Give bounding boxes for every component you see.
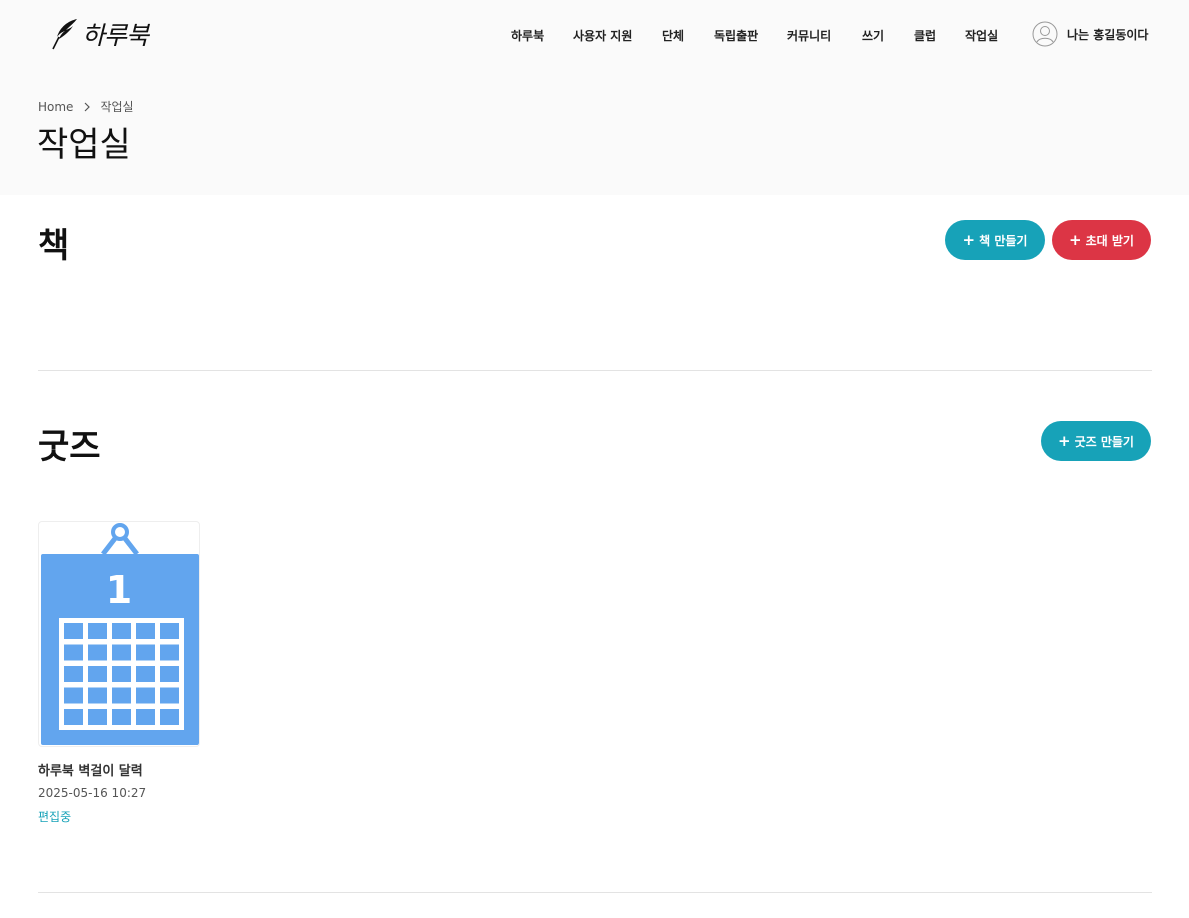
calendar-cell: [64, 709, 83, 725]
logo-text: 하루북: [82, 21, 149, 50]
user-name: 나는 홍길동이다: [1067, 27, 1149, 42]
quill-icon: [52, 19, 77, 50]
calendar-cell: [112, 709, 131, 725]
nav-item-write[interactable]: 쓰기: [862, 27, 884, 44]
wall-calendar-image: 1: [41, 523, 199, 745]
receive-invite-label: 초대 받기: [1085, 233, 1134, 248]
calendar-cell: [112, 623, 131, 639]
create-book-button[interactable]: + 책 만들기: [945, 220, 1045, 260]
user-avatar-icon: [1032, 21, 1058, 47]
calendar-cell: [88, 644, 107, 661]
nav-item-haru-book[interactable]: 하루북: [511, 27, 544, 44]
calendar-number: 1: [106, 568, 132, 612]
books-section-title: 책: [38, 226, 70, 266]
calendar-cell: [160, 666, 179, 682]
page-title: 작업실: [37, 125, 131, 165]
calendar-cell: [64, 666, 83, 682]
breadcrumb-home[interactable]: Home: [38, 100, 73, 114]
calendar-cell: [160, 709, 179, 725]
nav-item-workroom[interactable]: 작업실: [965, 27, 998, 44]
site-logo[interactable]: 하루북: [50, 16, 149, 52]
nav-item-indie-publishing[interactable]: 독립출판: [714, 27, 758, 44]
goods-item-date: 2025-05-16 10:27: [38, 786, 147, 800]
calendar-cell: [136, 709, 155, 725]
user-menu[interactable]: 나는 홍길동이다: [1032, 21, 1148, 47]
calendar-cell: [88, 666, 107, 682]
create-goods-button[interactable]: + 굿즈 만들기: [1041, 421, 1151, 461]
calendar-cell: [88, 623, 107, 639]
nav-item-club[interactable]: 클럽: [914, 27, 936, 44]
create-goods-label: 굿즈 만들기: [1074, 434, 1134, 449]
section-divider: [38, 370, 1152, 371]
calendar-cell: [64, 623, 83, 639]
calendar-cell: [160, 687, 179, 704]
plus-icon: +: [1069, 230, 1082, 249]
goods-item-status: 편집중: [38, 810, 72, 824]
nav-item-group[interactable]: 단체: [662, 27, 684, 44]
section-divider: [38, 892, 1152, 893]
calendar-cell: [136, 623, 155, 639]
breadcrumb-current: 작업실: [100, 100, 134, 114]
goods-item-title[interactable]: 하루북 벽걸이 달력: [38, 760, 200, 779]
goods-item-thumbnail[interactable]: 1: [38, 521, 200, 747]
calendar-cell: [136, 687, 155, 704]
breadcrumb: Home 작업실: [38, 98, 134, 115]
calendar-cell: [160, 644, 179, 661]
calendar-cell: [160, 623, 179, 639]
calendar-cell: [88, 709, 107, 725]
calendar-cell: [136, 666, 155, 682]
goods-item-card[interactable]: 1 하루북 벽걸이 달력 2025-05-16 10:27 편집중: [38, 521, 200, 825]
calendar-cell: [136, 644, 155, 661]
calendar-cell: [112, 644, 131, 661]
calendar-cell: [112, 687, 131, 704]
chevron-right-icon: [85, 102, 91, 111]
nav-item-community[interactable]: 커뮤니티: [787, 27, 831, 44]
calendar-cell: [88, 687, 107, 704]
calendar-cell: [112, 666, 131, 682]
receive-invite-button[interactable]: + 초대 받기: [1052, 220, 1151, 260]
calendar-cell: [64, 687, 83, 704]
plus-icon: +: [1058, 431, 1071, 450]
plus-icon: +: [962, 230, 976, 249]
create-book-label: 책 만들기: [979, 233, 1028, 248]
goods-section-title: 굿즈: [38, 427, 101, 467]
calendar-cell: [64, 644, 83, 661]
nav-item-user-support[interactable]: 사용자 지원: [573, 27, 632, 44]
